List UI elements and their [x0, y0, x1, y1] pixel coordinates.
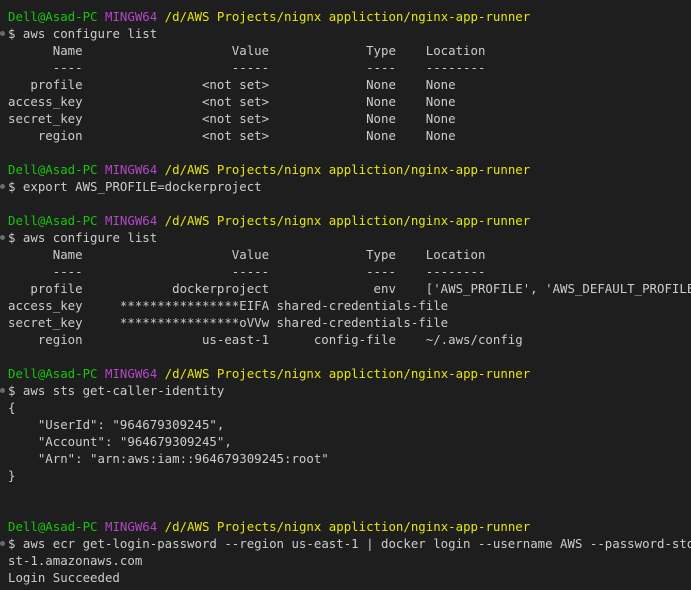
line-text	[98, 519, 105, 534]
line-text: aws ecr get-login-password --region us-e…	[22, 536, 691, 551]
prompt-path: /d/AWS Projects/nignx appliction/nginx-a…	[157, 162, 531, 177]
prompt-user: Dell@Asad-PC	[8, 366, 98, 381]
prompt-path: /d/AWS Projects/nignx appliction/nginx-a…	[157, 519, 531, 534]
terminal-line: Name Value Type Location	[8, 42, 486, 59]
terminal-line: $ aws sts get-caller-identity	[8, 382, 224, 399]
terminal-line: }	[8, 467, 15, 484]
prompt-path: /d/AWS Projects/nignx appliction/nginx-a…	[157, 213, 531, 228]
terminal-line: region <not set> None None	[8, 127, 456, 144]
prompt-symbol: $	[8, 26, 23, 41]
line-text: secret_key <not set> None None	[8, 111, 456, 126]
terminal-line: {	[8, 399, 15, 416]
command-marker-icon	[0, 184, 5, 189]
terminal-line: Dell@Asad-PC MINGW64 /d/AWS Projects/nig…	[8, 518, 530, 535]
prompt-user: Dell@Asad-PC	[8, 9, 98, 24]
line-text: {	[8, 400, 16, 415]
terminal-line: secret_key <not set> None None	[8, 110, 456, 127]
terminal-line: Login Succeeded	[8, 569, 120, 586]
prompt-symbol: $	[8, 383, 23, 398]
terminal-line: ---- ----- ---- --------	[8, 263, 486, 280]
terminal-line: secret_key ****************oVVw shared-c…	[8, 314, 448, 331]
terminal-line: Dell@Asad-PC MINGW64 /d/AWS Projects/nig…	[8, 8, 530, 25]
terminal-line: "Arn": "arn:aws:iam::964679309245:root"	[8, 450, 329, 467]
line-text: access_key ****************EIFA shared-c…	[8, 298, 449, 313]
terminal-line: Name Value Type Location	[8, 246, 486, 263]
terminal-line: st-1.amazonaws.com	[8, 552, 142, 569]
line-text: profile dockerproject env ['AWS_PROFILE'…	[8, 281, 691, 296]
terminal-line: Dell@Asad-PC MINGW64 /d/AWS Projects/nig…	[8, 212, 530, 229]
terminal-line: profile <not set> None None	[8, 76, 456, 93]
terminal-line: "Account": "964679309245",	[8, 433, 232, 450]
prompt-system: MINGW64	[105, 366, 158, 381]
prompt-system: MINGW64	[105, 213, 158, 228]
command-marker-icon	[0, 388, 5, 393]
line-text	[98, 213, 105, 228]
prompt-user: Dell@Asad-PC	[8, 519, 98, 534]
terminal-line: $ aws ecr get-login-password --region us…	[8, 535, 691, 552]
terminal-line: region us-east-1 config-file ~/.aws/conf…	[8, 331, 523, 348]
prompt-symbol: $	[8, 179, 23, 194]
prompt-system: MINGW64	[105, 9, 158, 24]
terminal-line: Dell@Asad-PC MINGW64 /d/AWS Projects/nig…	[8, 365, 530, 382]
line-text: aws configure list	[22, 230, 158, 245]
prompt-system: MINGW64	[105, 519, 158, 534]
line-text: "Account": "964679309245",	[8, 434, 232, 449]
line-text: access_key <not set> None None	[8, 94, 456, 109]
line-text	[98, 366, 105, 381]
prompt-symbol: $	[8, 536, 23, 551]
line-text: Login Succeeded	[8, 570, 120, 585]
prompt-path: /d/AWS Projects/nignx appliction/nginx-a…	[157, 9, 531, 24]
line-text: "UserId": "964679309245",	[8, 417, 225, 432]
line-text	[98, 9, 105, 24]
line-text: Name Value Type Location	[8, 247, 486, 262]
line-text: secret_key ****************oVVw shared-c…	[8, 315, 449, 330]
line-text: aws configure list	[22, 26, 158, 41]
prompt-user: Dell@Asad-PC	[8, 213, 98, 228]
terminal-line: ---- ----- ---- --------	[8, 59, 486, 76]
line-text: ---- ----- ---- --------	[8, 60, 486, 75]
prompt-symbol: $	[8, 230, 23, 245]
terminal-line: access_key <not set> None None	[8, 93, 456, 110]
terminal-line: Dell@Asad-PC MINGW64 /d/AWS Projects/nig…	[8, 161, 530, 178]
line-text	[98, 162, 105, 177]
line-text: profile <not set> None None	[8, 77, 456, 92]
line-text: region <not set> None None	[8, 128, 456, 143]
terminal-line: $ export AWS_PROFILE=dockerproject	[8, 178, 262, 195]
prompt-path: /d/AWS Projects/nignx appliction/nginx-a…	[157, 366, 531, 381]
terminal-line: "UserId": "964679309245",	[8, 416, 225, 433]
line-text: region us-east-1 config-file ~/.aws/conf…	[8, 332, 523, 347]
terminal-line: $ aws configure list	[8, 25, 157, 42]
command-marker-icon	[0, 541, 5, 546]
terminal-output[interactable]: Dell@Asad-PC MINGW64 /d/AWS Projects/nig…	[0, 0, 691, 590]
line-text: export AWS_PROFILE=dockerproject	[22, 179, 262, 194]
line-text: st-1.amazonaws.com	[8, 553, 143, 568]
command-marker-icon	[0, 235, 5, 240]
line-text: "Arn": "arn:aws:iam::964679309245:root"	[8, 451, 329, 466]
terminal-line: access_key ****************EIFA shared-c…	[8, 297, 448, 314]
prompt-user: Dell@Asad-PC	[8, 162, 98, 177]
line-text: aws sts get-caller-identity	[22, 383, 225, 398]
prompt-system: MINGW64	[105, 162, 158, 177]
line-text: Name Value Type Location	[8, 43, 486, 58]
line-text: }	[8, 468, 16, 483]
terminal-line: $ aws configure list	[8, 229, 157, 246]
command-marker-icon	[0, 31, 5, 36]
line-text: ---- ----- ---- --------	[8, 264, 486, 279]
terminal-line: profile dockerproject env ['AWS_PROFILE'…	[8, 280, 691, 297]
